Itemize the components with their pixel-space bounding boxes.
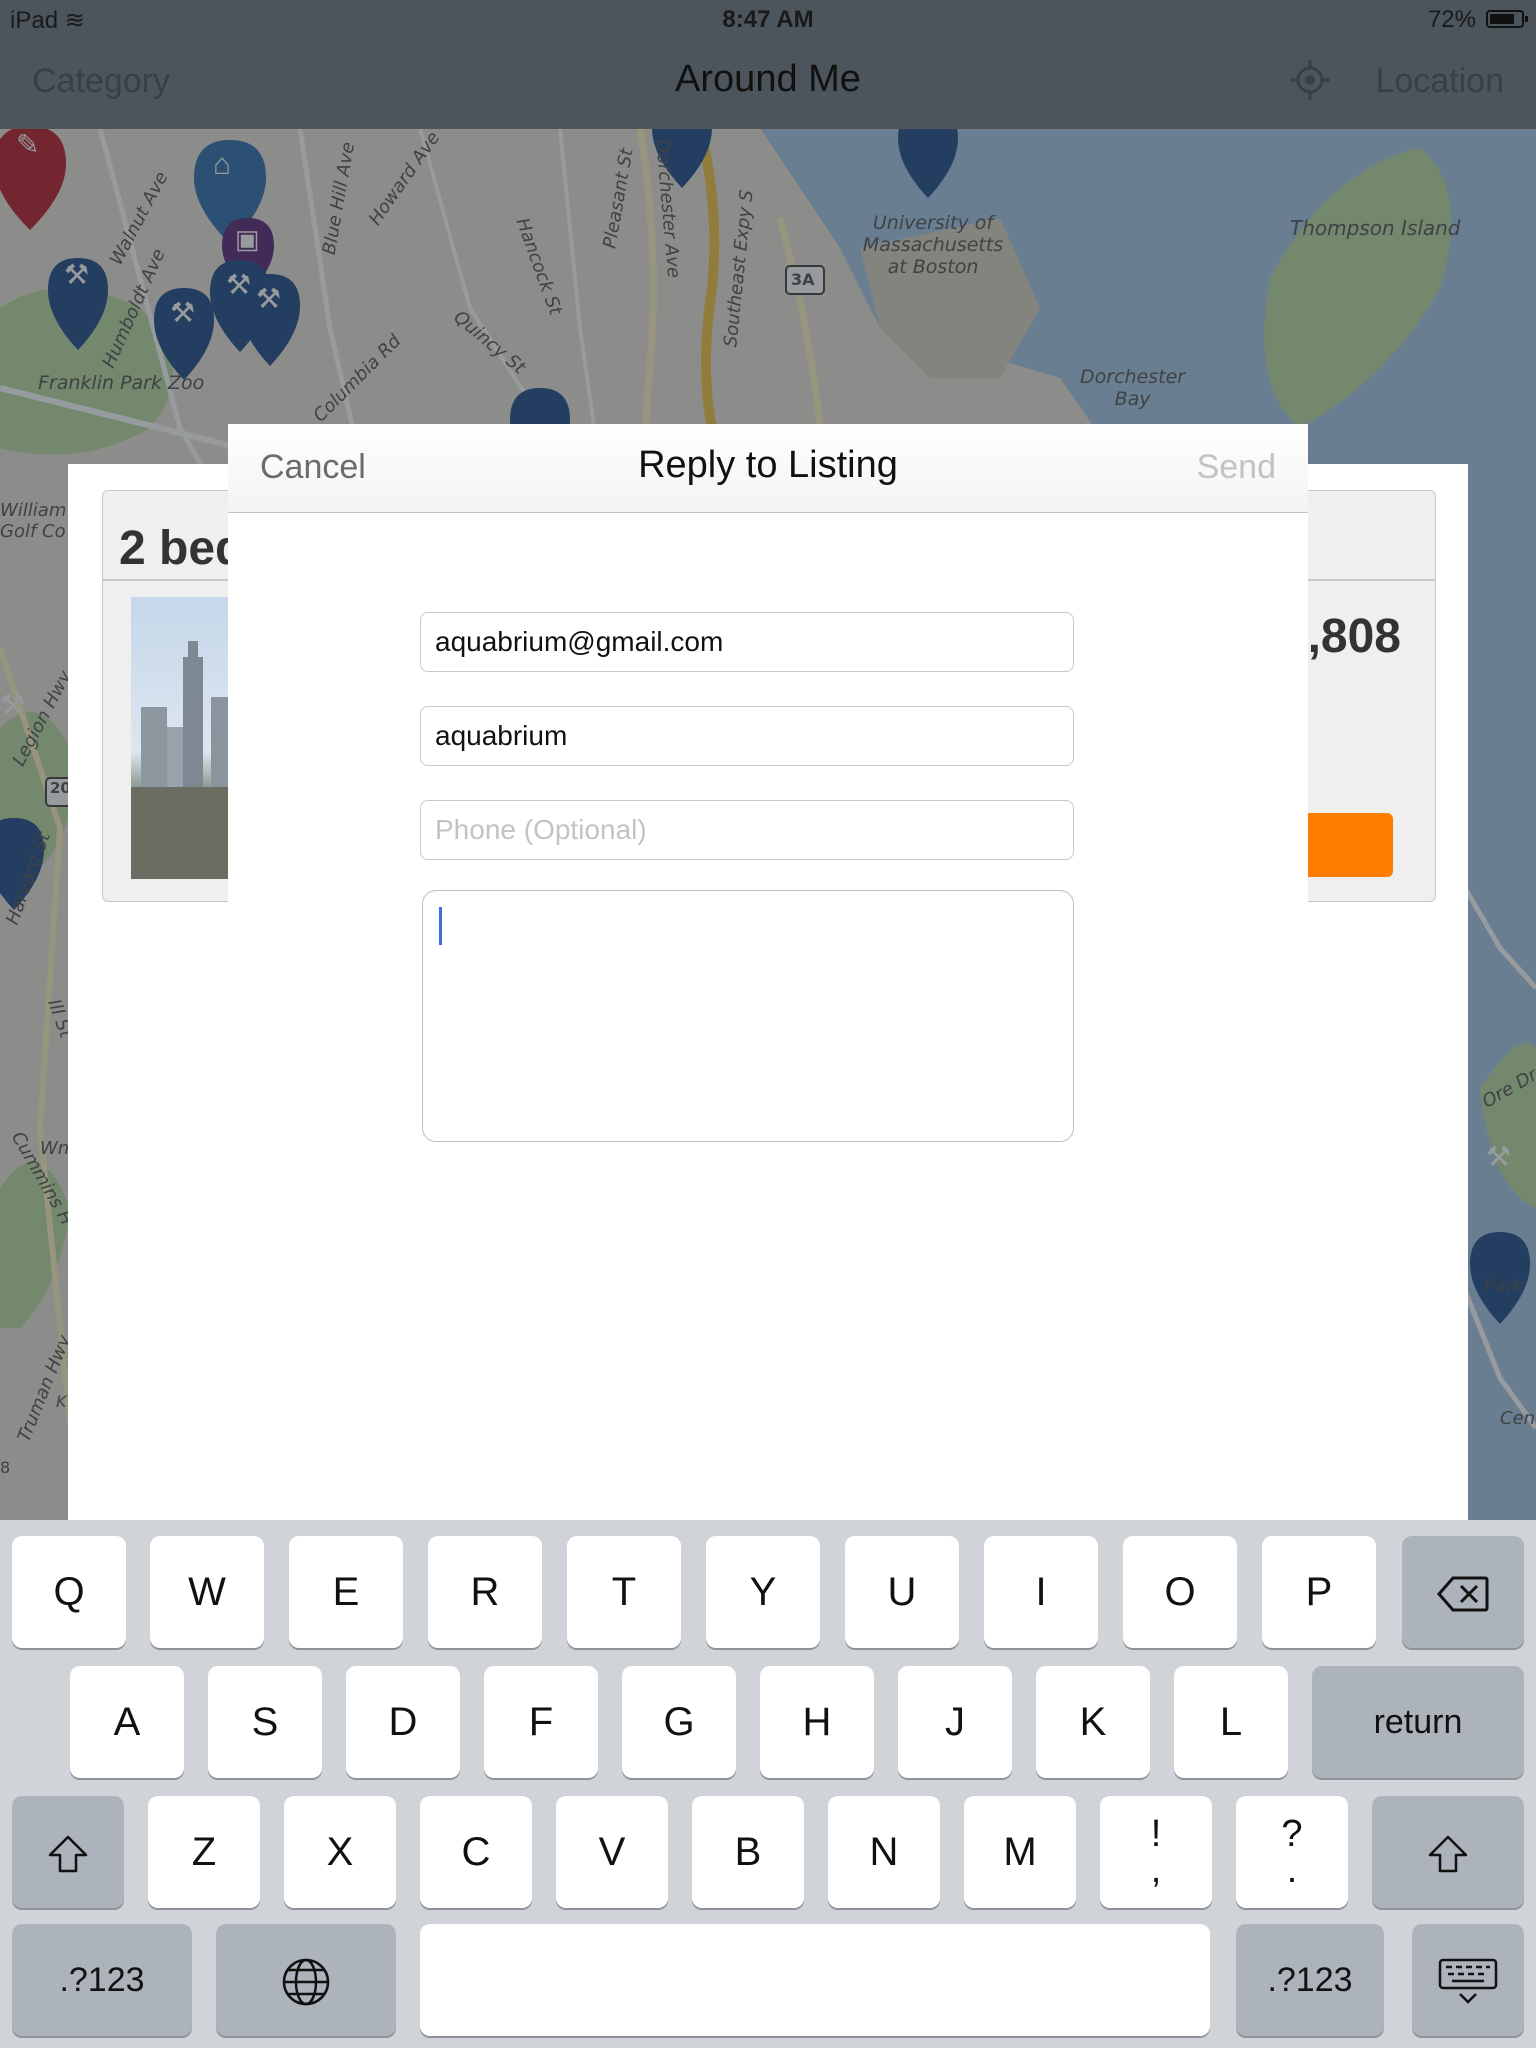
shift-key-left[interactable] bbox=[12, 1796, 124, 1908]
key-top-glyph: ? bbox=[1281, 1813, 1303, 1855]
key-j[interactable]: J bbox=[898, 1666, 1012, 1778]
modal-header: Cancel Reply to Listing Send bbox=[228, 424, 1308, 513]
key-s[interactable]: S bbox=[208, 1666, 322, 1778]
name-field[interactable]: aquabrium bbox=[420, 706, 1074, 766]
listing-title: 2 bed bbox=[119, 522, 245, 575]
key-m[interactable]: M bbox=[964, 1796, 1076, 1908]
key-y[interactable]: Y bbox=[706, 1536, 820, 1648]
email-field[interactable]: aquabrium@gmail.com bbox=[420, 612, 1074, 672]
key-r[interactable]: R bbox=[428, 1536, 542, 1648]
shift-key-right[interactable] bbox=[1372, 1796, 1524, 1908]
globe-key[interactable] bbox=[216, 1924, 396, 2036]
keyboard: Q W E R T Y U I O P A S D F G H J K L re… bbox=[0, 1520, 1536, 2048]
listing-price: ,808 bbox=[1307, 610, 1401, 663]
numbers-key-left[interactable]: .?123 bbox=[12, 1924, 192, 2036]
return-key[interactable]: return bbox=[1312, 1666, 1524, 1778]
battery-icon bbox=[1486, 10, 1528, 28]
key-u[interactable]: U bbox=[845, 1536, 959, 1648]
shift-icon bbox=[48, 1830, 88, 1874]
globe-icon bbox=[281, 1958, 331, 2006]
key-bottom-glyph: , bbox=[1150, 1849, 1162, 1891]
text-cursor bbox=[439, 907, 442, 945]
modal-title: Reply to Listing bbox=[638, 444, 898, 486]
shift-icon bbox=[1428, 1830, 1468, 1874]
status-bar: iPad ≋ 8:47 AM 72% bbox=[0, 0, 1536, 40]
key-b[interactable]: B bbox=[692, 1796, 804, 1908]
key-a[interactable]: A bbox=[70, 1666, 184, 1778]
clock: 8:47 AM bbox=[722, 6, 814, 33]
key-p[interactable]: P bbox=[1262, 1536, 1376, 1648]
location-button[interactable]: Location bbox=[1375, 62, 1504, 101]
key-l[interactable]: L bbox=[1174, 1666, 1288, 1778]
backspace-icon bbox=[1437, 1570, 1489, 1614]
key-h[interactable]: H bbox=[760, 1666, 874, 1778]
delete-key[interactable] bbox=[1402, 1536, 1524, 1648]
key-top-glyph: ! bbox=[1150, 1813, 1162, 1855]
space-bar[interactable] bbox=[420, 1924, 1210, 2036]
key-t[interactable]: T bbox=[567, 1536, 681, 1648]
key-bottom-glyph: . bbox=[1286, 1849, 1298, 1891]
key-v[interactable]: V bbox=[556, 1796, 668, 1908]
key-e[interactable]: E bbox=[289, 1536, 403, 1648]
message-textarea[interactable] bbox=[422, 890, 1074, 1142]
key-g[interactable]: G bbox=[622, 1666, 736, 1778]
phone-field[interactable]: Phone (Optional) bbox=[420, 800, 1074, 860]
keyboard-dismiss-icon bbox=[1438, 1958, 1498, 2005]
send-button[interactable]: Send bbox=[1197, 448, 1276, 487]
key-exclamation-comma[interactable]: !, bbox=[1100, 1796, 1212, 1908]
key-d[interactable]: D bbox=[346, 1666, 460, 1778]
nav-bar: Category Around Me Location bbox=[0, 40, 1536, 129]
key-c[interactable]: C bbox=[420, 1796, 532, 1908]
crosshair-icon[interactable] bbox=[1290, 60, 1330, 109]
key-w[interactable]: W bbox=[150, 1536, 264, 1648]
key-n[interactable]: N bbox=[828, 1796, 940, 1908]
key-q[interactable]: Q bbox=[12, 1536, 126, 1648]
key-x[interactable]: X bbox=[284, 1796, 396, 1908]
dismiss-keyboard-key[interactable] bbox=[1412, 1924, 1524, 2036]
key-f[interactable]: F bbox=[484, 1666, 598, 1778]
key-k[interactable]: K bbox=[1036, 1666, 1150, 1778]
numbers-key-right[interactable]: .?123 bbox=[1236, 1924, 1384, 2036]
key-z[interactable]: Z bbox=[148, 1796, 260, 1908]
key-o[interactable]: O bbox=[1123, 1536, 1237, 1648]
key-i[interactable]: I bbox=[984, 1536, 1098, 1648]
battery-percent: 72% bbox=[1427, 6, 1476, 33]
key-question-period[interactable]: ?. bbox=[1236, 1796, 1348, 1908]
